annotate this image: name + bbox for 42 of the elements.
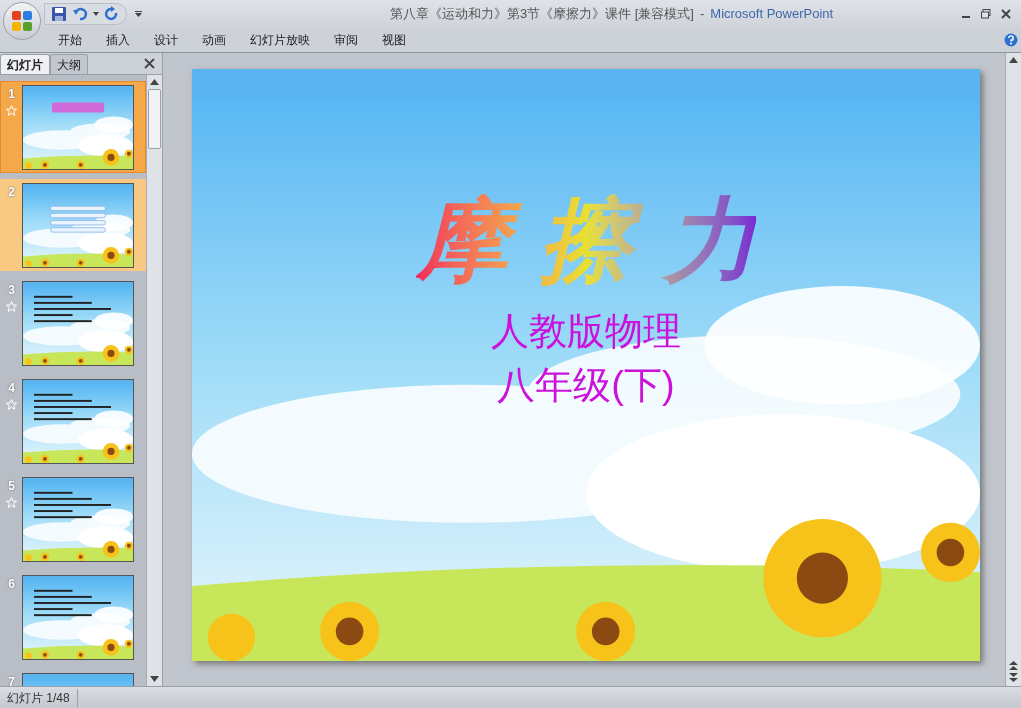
ribbon-tab[interactable]: 动画 [190, 29, 238, 51]
slide-subtitle: 八年级(下) [497, 362, 675, 408]
slide-position: 幻灯片 1/48 [0, 688, 78, 707]
slide-number: 5 [8, 478, 15, 495]
redo-icon[interactable] [104, 6, 120, 22]
undo-icon[interactable] [72, 6, 88, 22]
slide-number: 7 [8, 674, 15, 686]
ribbon-tab[interactable]: 视图 [370, 29, 418, 51]
ribbon-tab[interactable]: 开始 [46, 29, 94, 51]
scroll-up-icon[interactable] [1009, 57, 1018, 63]
pane-tab[interactable]: 大纲 [50, 54, 88, 74]
slide-number: 4 [8, 380, 15, 397]
office-logo-icon [11, 10, 33, 32]
title-separator: - [699, 5, 705, 24]
ribbon-tab[interactable]: 插入 [94, 29, 142, 51]
scroll-thumb[interactable] [148, 89, 161, 149]
pane-tab[interactable]: 幻灯片 [0, 54, 50, 74]
restore-icon[interactable] [981, 9, 991, 19]
scroll-down-icon[interactable] [150, 676, 159, 682]
ribbon-tab[interactable]: 审阅 [322, 29, 370, 51]
close-icon[interactable] [1001, 9, 1011, 19]
ribbon-tab[interactable]: 幻灯片放映 [238, 29, 322, 51]
help-icon[interactable] [1004, 33, 1018, 47]
ribbon-tab[interactable]: 设计 [142, 29, 190, 51]
close-icon[interactable] [144, 58, 155, 69]
scroll-up-icon[interactable] [150, 79, 159, 85]
dropdown-caret-icon[interactable] [93, 12, 99, 16]
customize-caret-icon[interactable] [135, 11, 142, 17]
slide-number: 2 [8, 184, 15, 201]
slide-number: 3 [8, 282, 15, 299]
slide-number: 1 [8, 86, 15, 103]
scrollbar[interactable] [146, 75, 162, 686]
app-name: Microsoft PowerPoint [710, 5, 834, 24]
save-icon[interactable] [51, 6, 67, 22]
office-button[interactable] [3, 2, 41, 40]
slide-title: 摩 擦 力 [415, 194, 757, 286]
document-title: 第八章《运动和力》第3节《摩擦力》课件 [兼容模式] [389, 5, 694, 24]
previous-slide-icon[interactable] [1009, 661, 1018, 670]
scrollbar[interactable] [1005, 53, 1021, 686]
next-slide-icon[interactable] [1009, 673, 1018, 682]
slide-subtitle: 人教版物理 [491, 309, 681, 354]
slide-number: 6 [8, 576, 15, 593]
